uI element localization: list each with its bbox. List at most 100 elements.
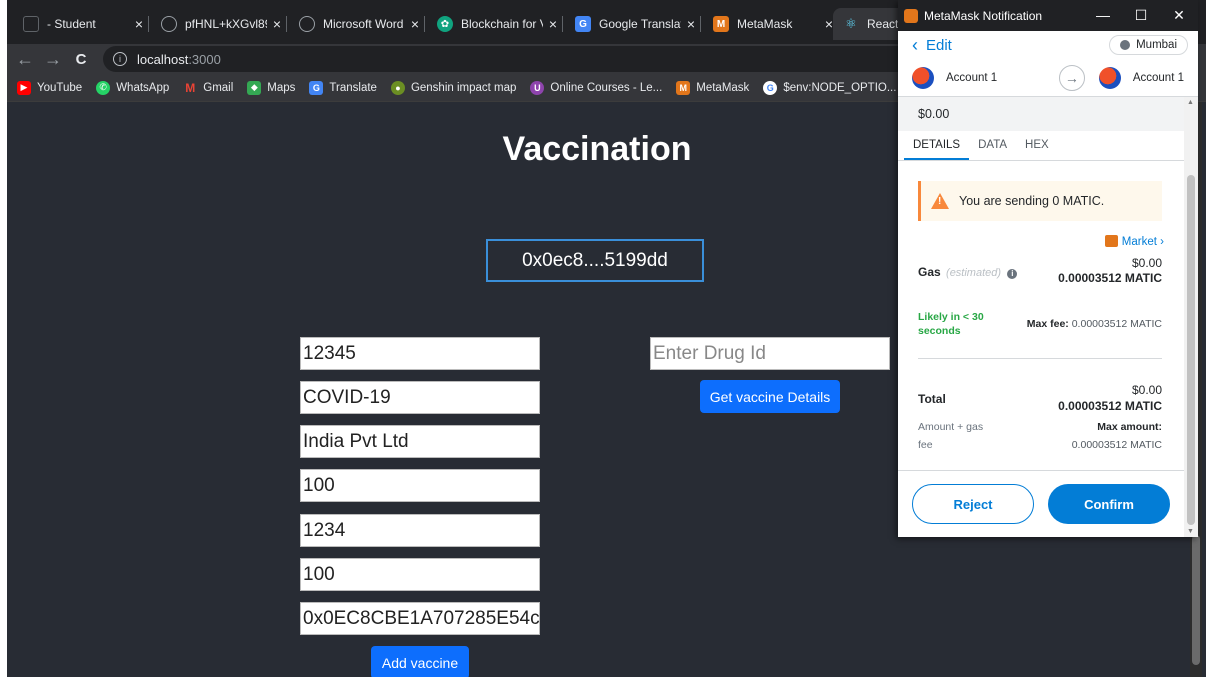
react-icon: ⚛ [845, 16, 857, 31]
close-icon[interactable]: × [405, 16, 425, 32]
close-icon[interactable]: × [681, 16, 701, 32]
tab-blockchain[interactable]: ✿ Blockchain for V × [427, 8, 563, 40]
globe-icon [299, 16, 315, 32]
bookmark-maps[interactable]: ◆ Maps [247, 80, 295, 95]
tab-title: - Student [47, 17, 96, 31]
arrow-right-icon: → [1058, 64, 1085, 91]
translate-icon: G [575, 16, 591, 32]
network-selector[interactable]: Mumbai [1109, 35, 1188, 55]
google-icon: G [763, 80, 778, 95]
close-icon[interactable]: ✕ [1160, 7, 1198, 24]
close-icon[interactable]: × [129, 16, 149, 32]
window-title: MetaMask Notification [924, 8, 1043, 23]
confirm-button[interactable]: Confirm [1048, 484, 1170, 524]
metamask-tabs: DETAILS DATA HEX [898, 131, 1198, 161]
details-panel: You are sending 0 MATIC. Market › Gas (e… [898, 165, 1184, 467]
bookmark-env-node-options[interactable]: G $env:NODE_OPTIO... [763, 80, 896, 95]
bookmark-genshin-map[interactable]: ● Genshin impact map [390, 80, 516, 95]
vaccine-id-field[interactable]: 12345 [300, 337, 540, 370]
whatsapp-icon: ✆ [96, 80, 111, 95]
owner-address-field[interactable]: 0x0EC8CBE1A707285E54c6 [300, 602, 540, 635]
tab-student[interactable]: - Student × [13, 8, 149, 40]
vaccine-name-field[interactable]: COVID-19 [300, 381, 540, 414]
total-matic: 0.00003512 MATIC [1058, 399, 1162, 413]
forward-arrow-icon[interactable]: → [39, 49, 67, 70]
metamask-footer: Reject Confirm [898, 470, 1184, 537]
metamask-fox-icon: M [676, 80, 691, 95]
bookmark-whatsapp[interactable]: ✆ WhatsApp [96, 80, 169, 95]
back-arrow-icon[interactable]: ← [11, 49, 39, 70]
gas-label: Gas (estimated) i [918, 265, 1018, 279]
url-host: localhost [137, 51, 189, 67]
maximize-icon[interactable]: ☐ [1122, 7, 1160, 24]
quantity-field[interactable]: 100 [300, 469, 540, 502]
tab-title: MetaMask [737, 17, 793, 31]
genshin-icon: ● [390, 80, 405, 95]
scroll-up-icon[interactable]: ▲ [1187, 99, 1194, 106]
bookmark-online-courses[interactable]: U Online Courses - Le... [530, 80, 662, 95]
tab-metamask[interactable]: M MetaMask × [703, 8, 839, 40]
account-transfer-row: Account 1 → Account 1 [898, 59, 1198, 97]
total-usd: $0.00 [1131, 383, 1162, 397]
reload-icon[interactable]: C [67, 51, 95, 68]
bookmark-youtube[interactable]: ▶ YouTube [17, 80, 82, 95]
bookmark-gmail[interactable]: M Gmail [183, 81, 233, 95]
page-scrollbar-thumb[interactable] [1192, 535, 1200, 665]
close-icon[interactable]: × [267, 16, 287, 32]
network-dot-icon [1120, 40, 1131, 50]
metamask-fox-icon [904, 8, 918, 23]
warning-banner: You are sending 0 MATIC. [918, 181, 1162, 221]
info-icon[interactable]: i [1007, 269, 1018, 279]
close-icon[interactable]: × [543, 16, 563, 32]
amount-gas-fee-label: Amount + gas fee [918, 421, 984, 451]
tab-title: Microsoft Word [323, 17, 404, 31]
tab-microsoft-word[interactable]: Microsoft Word × [289, 8, 425, 40]
bookmark-translate[interactable]: G Translate [309, 80, 377, 95]
info-icon[interactable]: i [113, 52, 127, 66]
warning-text: You are sending 0 MATIC. [959, 194, 1105, 208]
address-bar[interactable]: i localhost:3000 [103, 46, 973, 72]
metamask-titlebar: MetaMask Notification — ☐ ✕ [898, 0, 1198, 31]
total-label: Total [918, 392, 946, 406]
tab-google-translate[interactable]: G Google Translate × [565, 8, 701, 40]
edit-button[interactable]: ‹ Edit [912, 35, 952, 56]
globe-icon [161, 16, 177, 32]
add-vaccine-button[interactable]: Add vaccine [371, 646, 469, 677]
to-account-avatar [1098, 66, 1121, 89]
likely-time: Likely in < 30 seconds [918, 311, 984, 338]
minimize-icon[interactable]: — [1084, 7, 1122, 24]
max-fee: Max fee: 0.00003512 MATIC [1026, 318, 1162, 330]
tab-details[interactable]: DETAILS [904, 131, 970, 160]
get-vaccine-details-button[interactable]: Get vaccine Details [700, 380, 840, 413]
udemy-icon: U [530, 80, 545, 95]
url-port: :3000 [188, 51, 221, 67]
metamask-fox-icon: M [713, 16, 729, 32]
reject-button[interactable]: Reject [912, 484, 1034, 524]
metamask-header: ‹ Edit Mumbai [898, 31, 1198, 59]
tab-hex[interactable]: HEX [1016, 131, 1058, 160]
chevron-right-icon: › [1160, 236, 1164, 248]
scroll-down-icon[interactable]: ▼ [1187, 528, 1194, 535]
maps-icon: ◆ [247, 80, 262, 95]
metamask-popup: MetaMask Notification — ☐ ✕ ‹ Edit Mumba… [898, 0, 1198, 537]
metamask-scrollbar-thumb[interactable] [1187, 175, 1195, 525]
price-field[interactable]: 100 [300, 558, 540, 591]
gas-row: Gas (estimated) i $0.00 0.00003512 MATIC [918, 256, 1162, 296]
drug-id-input[interactable] [653, 342, 889, 365]
batch-field[interactable]: 1234 [300, 514, 540, 547]
metamask-scrollbar[interactable]: ▲ ▼ [1184, 97, 1198, 537]
manufacturer-field[interactable]: India Pvt Ltd [300, 425, 540, 458]
tab-pfhnl[interactable]: pfHNL+kXGvl89 × [151, 8, 287, 40]
gas-usd: $0.00 [1131, 256, 1162, 270]
chatgpt-icon: ✿ [437, 16, 453, 32]
market-button[interactable]: Market › [898, 235, 1164, 248]
youtube-icon: ▶ [17, 80, 31, 95]
tab-title: pfHNL+kXGvl89 [185, 17, 267, 31]
bookmark-metamask[interactable]: M MetaMask [676, 80, 749, 95]
gmail-icon: M [185, 80, 196, 95]
tab-data[interactable]: DATA [969, 131, 1016, 160]
from-account-avatar [912, 66, 934, 89]
warning-icon [931, 193, 949, 209]
transaction-amount: $0.00 [898, 97, 1198, 131]
chevron-left-icon: ‹ [912, 34, 918, 55]
